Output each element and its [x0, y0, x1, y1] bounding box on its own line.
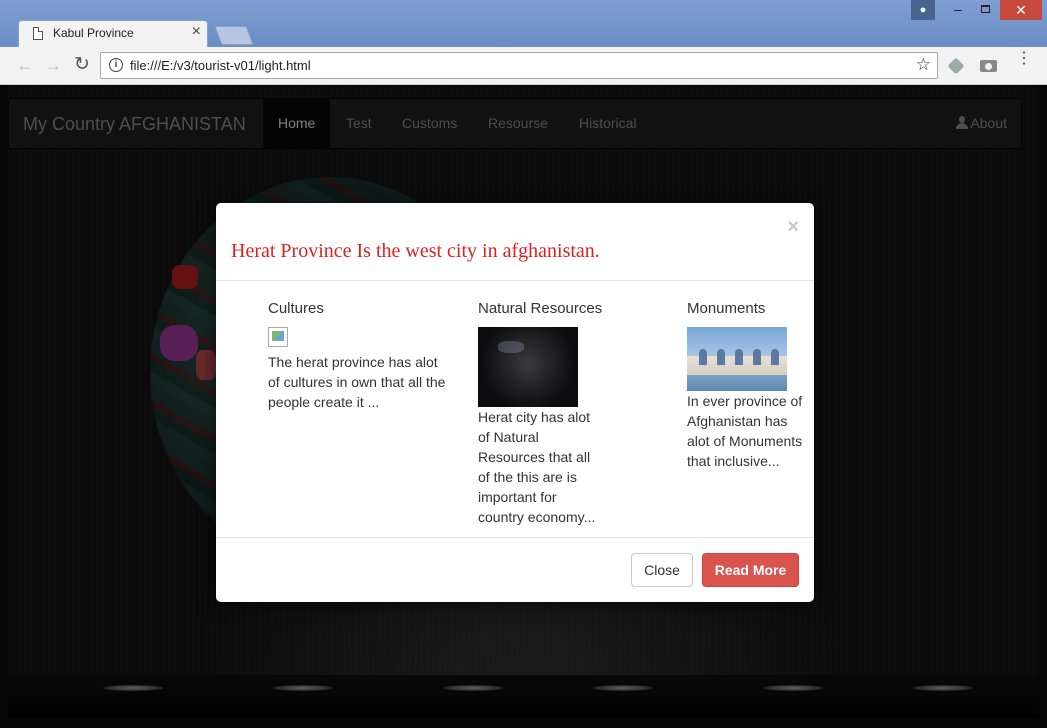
bookmark-star-icon[interactable]: ☆ — [916, 55, 931, 75]
close-button[interactable]: Close — [631, 553, 693, 587]
modal-title: Herat Province Is the west city in afgha… — [231, 240, 600, 262]
info-icon[interactable]: i — [109, 58, 123, 72]
monuments-heading: Monuments — [687, 300, 766, 317]
broken-image-icon — [268, 327, 288, 347]
new-tab-button[interactable] — [214, 26, 254, 45]
browser-titlebar: Kabul Province × ● – ✕ — [0, 0, 1047, 47]
maximize-icon — [981, 5, 990, 13]
province-modal: × Herat Province Is the west city in afg… — [216, 203, 814, 602]
page-icon — [33, 27, 43, 40]
modal-close-icon[interactable]: × — [787, 216, 799, 239]
natural-resources-heading: Natural Resources — [478, 300, 603, 317]
url-text[interactable]: file:///E:/v3/tourist-v01/light.html — [130, 58, 311, 73]
address-bar[interactable]: i file:///E:/v3/tourist-v01/light.html ☆ — [100, 52, 938, 79]
page-viewport: My Country AFGHANISTAN Home Test Customs… — [0, 85, 1047, 728]
browser-toolbar: ← → ↻ i file:///E:/v3/tourist-v01/light.… — [0, 47, 1047, 85]
cultures-heading: Cultures — [268, 300, 324, 317]
minimize-button[interactable]: – — [944, 0, 972, 20]
menu-icon[interactable]: ⋮ — [1016, 51, 1032, 67]
monuments-text: In ever province of Afghanistan has alot… — [687, 393, 803, 469]
camera-icon[interactable] — [980, 60, 997, 72]
natural-resources-text: Herat city has alot of Natural Resources… — [478, 409, 596, 525]
profile-icon[interactable]: ● — [911, 0, 935, 20]
extension-icon[interactable] — [947, 57, 965, 75]
read-more-button[interactable]: Read More — [702, 553, 799, 587]
coal-image — [478, 327, 578, 407]
cultures-text: The herat province has alot of cultures … — [268, 354, 446, 410]
mosque-image — [687, 327, 787, 391]
modal-header-divider — [216, 280, 814, 281]
modal-footer-divider — [216, 537, 814, 538]
forward-arrow-icon[interactable]: → — [44, 56, 62, 74]
tab-title: Kabul Province — [53, 26, 134, 40]
window-close-button[interactable]: ✕ — [1000, 0, 1042, 20]
browser-tab[interactable]: Kabul Province × — [18, 20, 208, 47]
reload-icon[interactable]: ↻ — [74, 55, 90, 74]
tab-close-icon[interactable]: × — [192, 23, 201, 41]
maximize-button[interactable] — [972, 0, 1000, 20]
back-arrow-icon[interactable]: ← — [16, 56, 34, 74]
